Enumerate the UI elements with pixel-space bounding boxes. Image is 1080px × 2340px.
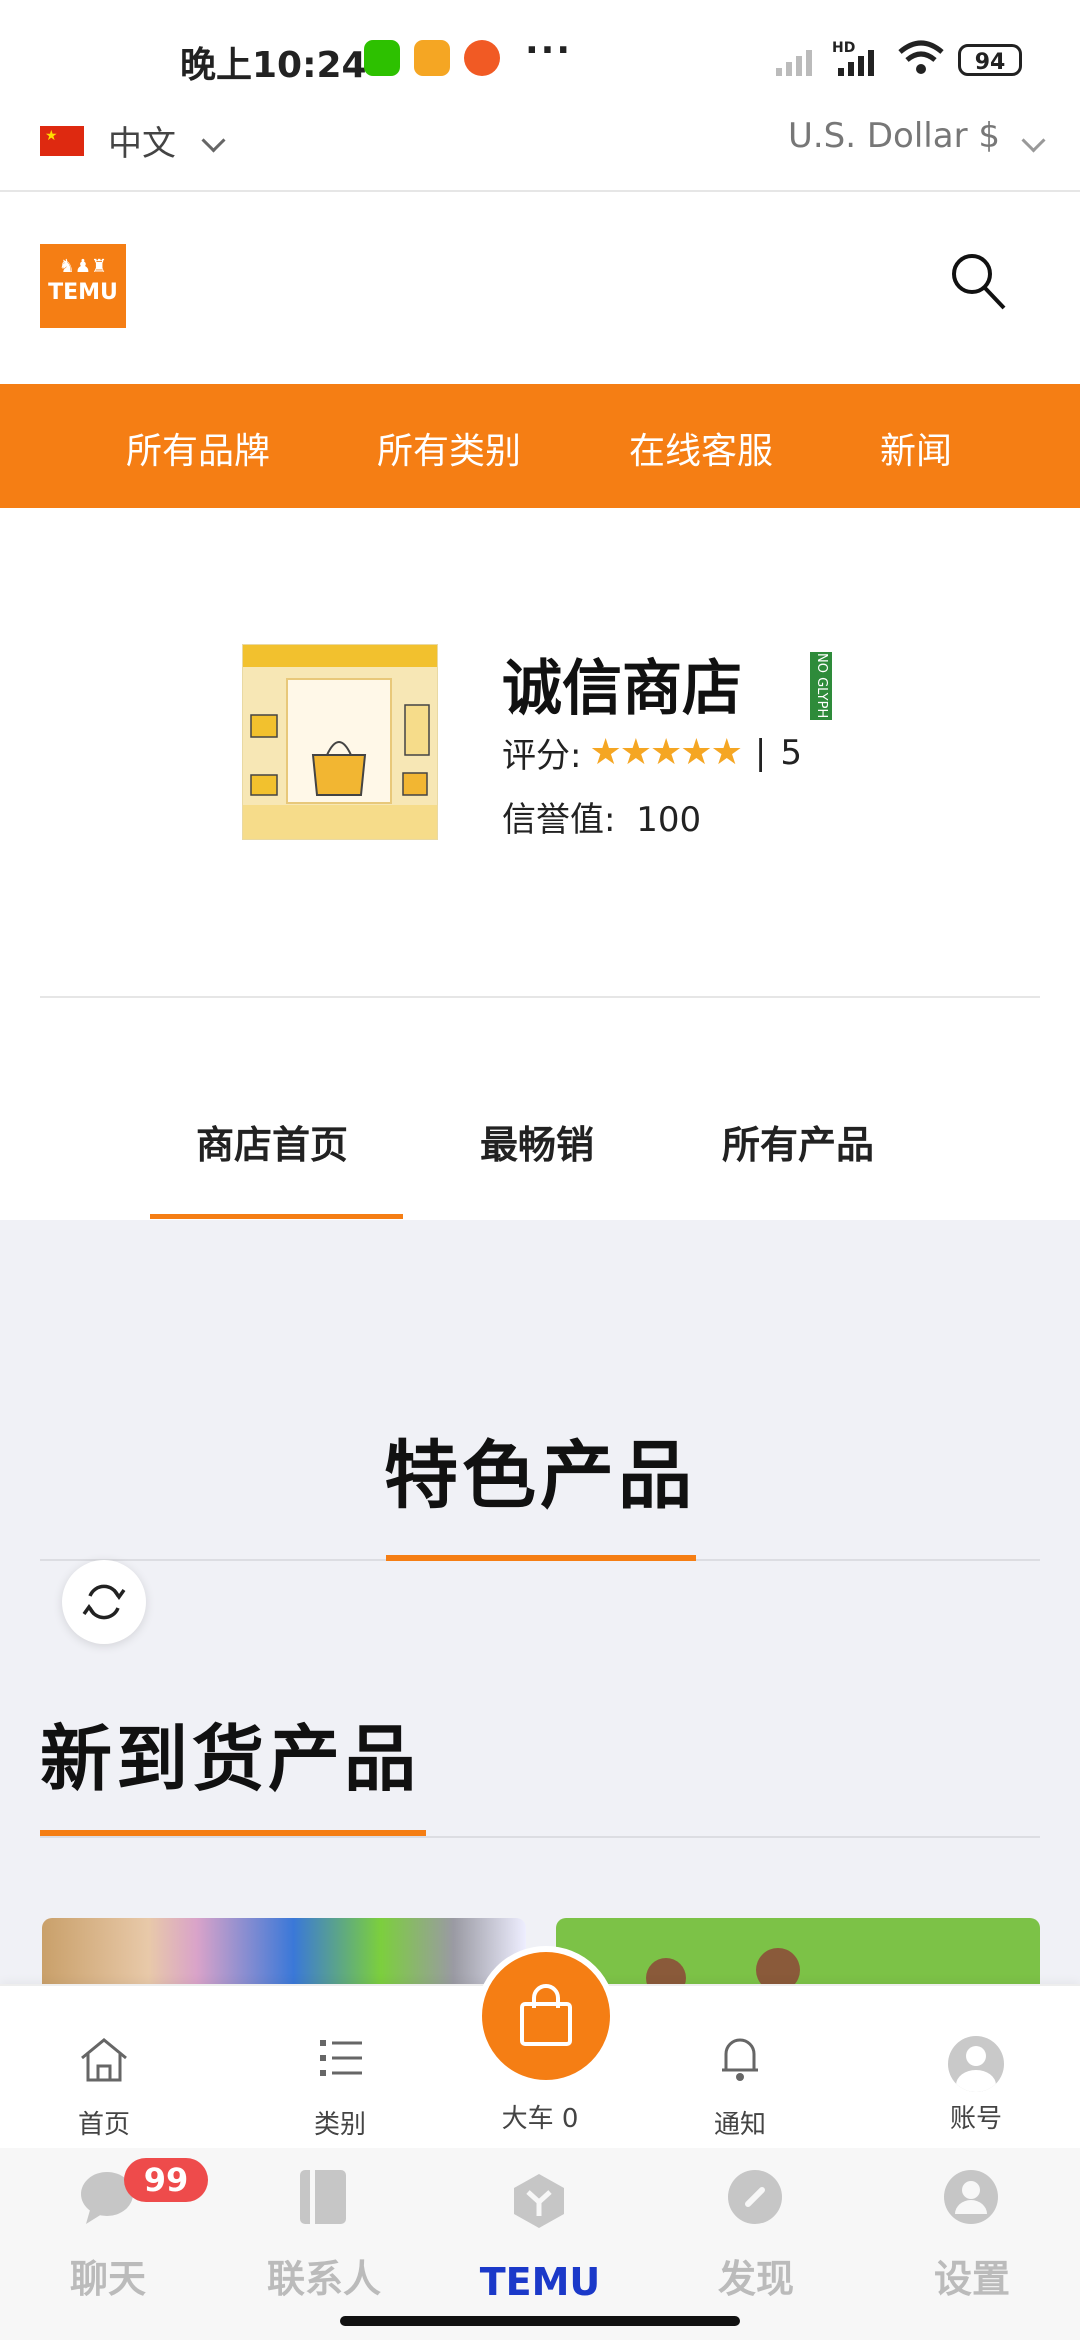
- store-image: [242, 644, 438, 840]
- shopping-app-icon: [464, 40, 500, 76]
- china-flag-icon: ★: [40, 126, 84, 156]
- store-rating: 评分: ★★★★★ | 5: [502, 728, 802, 777]
- main-nav: 所有品牌 所有类别 在线客服 新闻: [0, 384, 1080, 508]
- currency-selector[interactable]: U.S. Dollar $: [788, 116, 1000, 156]
- language-selector[interactable]: 中文: [108, 116, 226, 165]
- active-tab-indicator: [150, 1214, 403, 1219]
- nav-online-support[interactable]: 在线客服: [629, 422, 773, 474]
- cart-button[interactable]: [476, 1946, 616, 2086]
- temu-cube-icon: [514, 2174, 564, 2228]
- divider: [40, 996, 1040, 998]
- home-indicator[interactable]: [340, 2316, 740, 2326]
- star-rating-icon: ★★★★★: [589, 732, 742, 773]
- battery-indicator: 94: [958, 44, 1022, 76]
- list-icon: [320, 2040, 362, 2076]
- wechat-icon: [364, 40, 400, 76]
- cellular-signal-icon-2: [838, 50, 874, 76]
- nav-all-categories[interactable]: 所有类别: [377, 422, 521, 474]
- section-divider: [40, 1836, 1040, 1838]
- wifi-icon: [898, 40, 944, 74]
- chevron-down-icon: [201, 128, 226, 153]
- shop-nav-categories-label: 类别: [313, 2110, 366, 2140]
- app-tab-settings-label: 设置: [933, 2257, 1010, 2301]
- section-accent: [40, 1830, 426, 1836]
- video-app-icon: [414, 40, 450, 76]
- featured-products-title: 特色产品: [384, 1433, 696, 1519]
- status-bar: 晚上10:24 ··· HD 94: [0, 0, 1080, 110]
- status-time: 晚上10:24: [180, 45, 367, 86]
- shop-nav-account-label: 账号: [949, 2104, 1002, 2134]
- chevron-down-icon: [1021, 128, 1046, 153]
- search-icon[interactable]: [950, 252, 1006, 312]
- reputation-label: 信誉值:: [502, 800, 616, 840]
- tab-best-sellers[interactable]: 最畅销: [480, 1114, 594, 1169]
- verified-badge: NO GLYPH: [810, 652, 832, 720]
- home-icon: [81, 2038, 127, 2082]
- rating-label: 评分:: [502, 736, 582, 776]
- avatar: [948, 2036, 1004, 2092]
- app-tab-discover-label: 发现: [717, 2257, 794, 2301]
- app-tab-temu-label: TEMU: [479, 2260, 601, 2304]
- cellular-signal-icon-1: [776, 50, 812, 76]
- app-tab-chat-label: 聊天: [69, 2257, 146, 2301]
- locale-bar: ★ 中文 U.S. Dollar $: [0, 110, 1080, 192]
- store-name: 诚信商店: [502, 654, 742, 724]
- more-notifications-icon: ···: [525, 30, 573, 71]
- shop-nav-notifications-label: 通知: [713, 2110, 766, 2140]
- rating-separator: |: [754, 732, 767, 773]
- tab-all-products[interactable]: 所有产品: [722, 1114, 874, 1169]
- contacts-book-icon: [300, 2170, 346, 2224]
- reputation-value: 100: [636, 800, 702, 840]
- nav-all-brands[interactable]: 所有品牌: [126, 422, 270, 474]
- unread-badge: 99: [124, 2158, 208, 2202]
- temu-logo[interactable]: ♞♟♜ TEMU: [40, 244, 126, 328]
- store-reputation: 信誉值: 100: [502, 792, 701, 841]
- shopping-bag-icon: [520, 1984, 572, 2046]
- refresh-icon: [82, 1584, 126, 1620]
- section-accent: [386, 1555, 696, 1561]
- rating-value: 5: [780, 732, 802, 773]
- shop-nav-home-label: 首页: [77, 2110, 130, 2140]
- shop-nav-cart-label: 大车 0: [501, 2104, 579, 2134]
- currency-label: U.S. Dollar $: [787, 116, 1000, 156]
- app-tab-contacts-label: 联系人: [266, 2257, 381, 2301]
- new-arrivals-title: 新到货产品: [40, 1717, 421, 1801]
- profile-icon: [944, 2170, 998, 2224]
- logo-animals-icon: ♞♟♜: [58, 256, 108, 277]
- logo-text: TEMU: [48, 280, 118, 305]
- bell-icon: [722, 2038, 758, 2081]
- refresh-button[interactable]: [62, 1560, 146, 1644]
- tab-store-home[interactable]: 商店首页: [196, 1114, 348, 1169]
- nav-news[interactable]: 新闻: [880, 422, 952, 474]
- compass-icon: [728, 2170, 782, 2224]
- language-label: 中文: [108, 124, 176, 164]
